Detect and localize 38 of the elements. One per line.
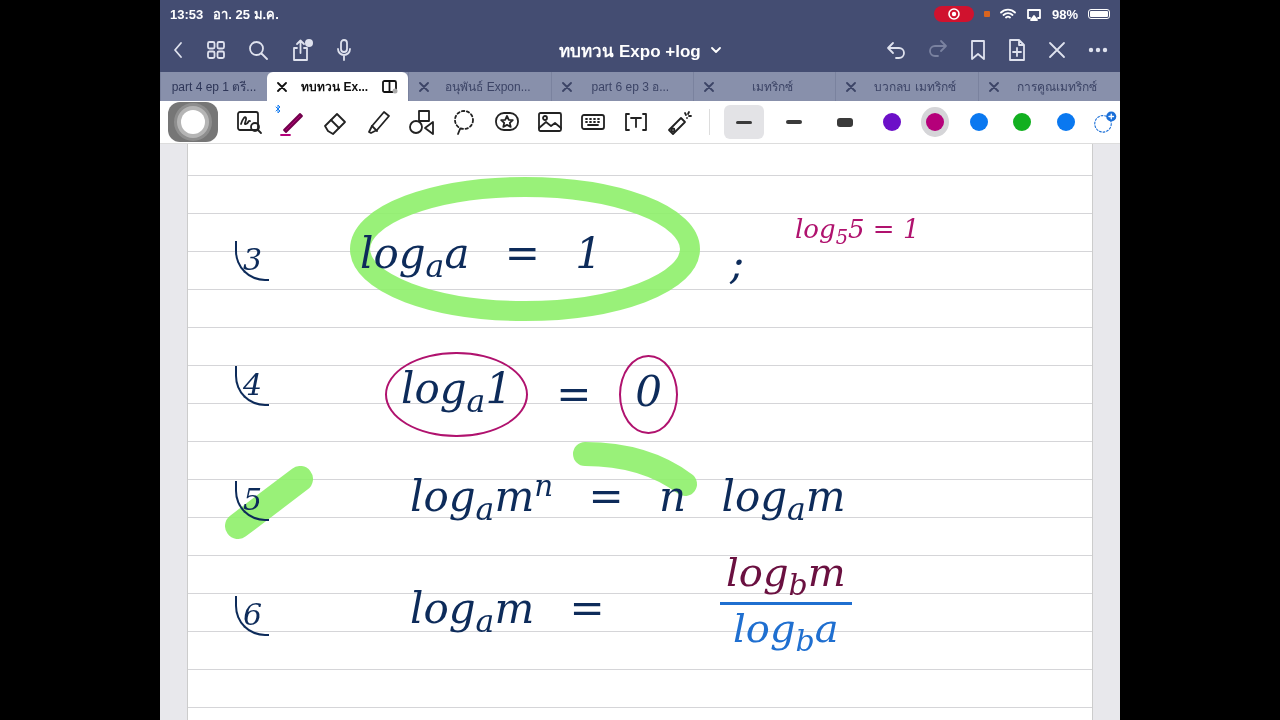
item-number: 4 [235,366,269,406]
back-icon[interactable] [172,40,184,60]
handwritten-formula: log$_{a}$m = [410,584,605,640]
airplay-icon [1025,7,1042,21]
microphone-icon[interactable] [336,39,352,61]
battery-icon [1088,9,1110,19]
bookmark-icon[interactable] [970,40,986,60]
circled-handwriting: log$_{a}$1 [385,352,529,438]
wifi-icon [999,8,1016,20]
color-swatch[interactable] [921,107,949,137]
handwritten-denominator: log$_{b}$a [733,605,839,658]
item-number: 6 [235,596,269,636]
stroke-width-option[interactable] [723,105,765,139]
clock-time: 13:53 [170,6,204,22]
undo-icon[interactable] [886,41,906,59]
bluetooth-icon [275,104,281,114]
handwritten-formula: log$_{a}$m$^{n}$ = n log$_{a}$m [410,469,846,528]
search-icon[interactable] [248,40,268,60]
handwritten-numerator: log$_{b}$m [720,549,852,605]
item-number: 3 [235,241,269,281]
chevron-down-icon[interactable] [710,47,721,53]
document-tab[interactable]: ทบทวน Ex... [267,72,409,101]
handwritten-semicolon: ; [730,239,745,288]
recording-indicator[interactable] [933,6,974,22]
handwritten-note: log$_{5}$5 = 1 [795,214,920,250]
grid-icon[interactable] [206,40,226,60]
more-icon[interactable] [1088,47,1108,53]
document-title[interactable]: ทบทวน Expo +log [559,36,701,64]
date-text: อา. 25 ม.ค. [213,5,279,24]
close-icon[interactable] [277,81,287,92]
add-page-icon[interactable] [1008,39,1026,61]
split-view-icon[interactable] [382,79,399,94]
shapes-icon [406,108,435,136]
zoom-icon [234,108,263,136]
battery-percent: 98% [1051,6,1078,22]
handwritten-formula: = [555,370,593,420]
circled-handwriting: 0 [619,355,679,435]
share-icon[interactable] [290,39,314,61]
